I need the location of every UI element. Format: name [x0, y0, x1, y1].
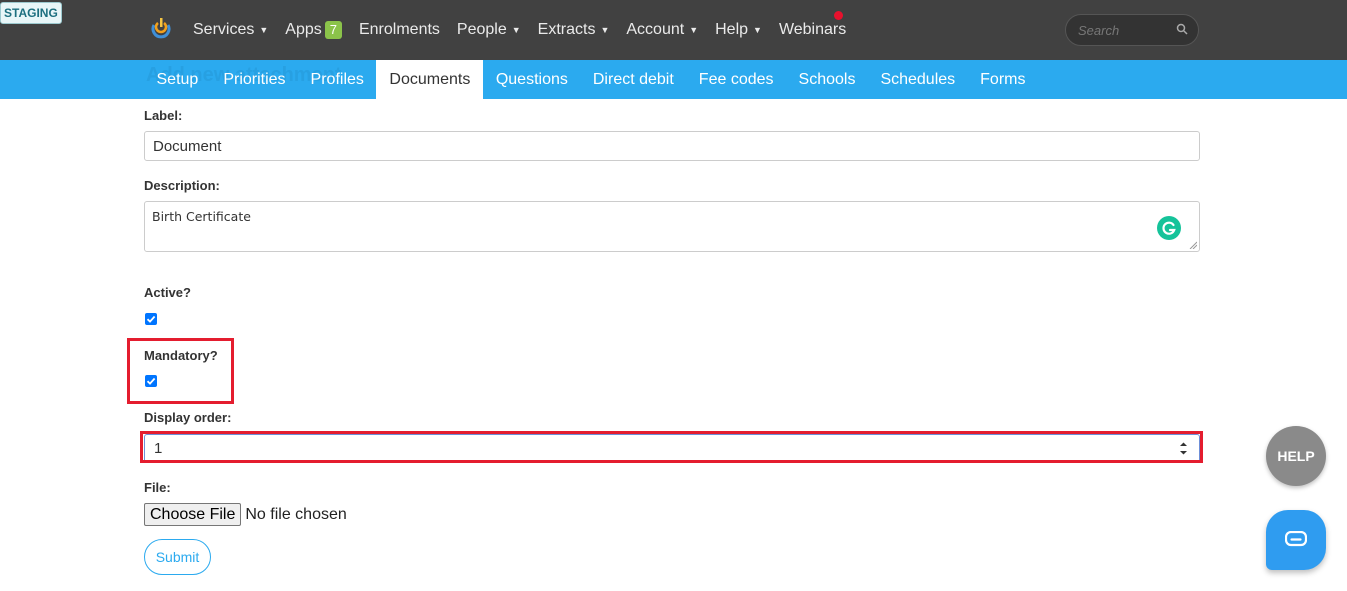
- description-textarea[interactable]: Birth Certificate: [145, 202, 1199, 251]
- tab-profiles[interactable]: Profiles: [298, 60, 376, 99]
- active-checkbox[interactable]: [145, 313, 157, 325]
- tab-documents[interactable]: Documents: [376, 60, 484, 99]
- apps-count-badge: 7: [324, 21, 342, 39]
- help-button[interactable]: HELP: [1266, 426, 1326, 486]
- topnav-item-services[interactable]: Services ▼: [193, 21, 268, 39]
- chat-icon: [1285, 531, 1307, 547]
- tab-priorities[interactable]: Priorities: [211, 60, 298, 99]
- topnav-item-help[interactable]: Help ▼: [715, 21, 762, 39]
- staging-badge: STAGING: [0, 2, 62, 24]
- webinars-notification-dot: [834, 11, 843, 20]
- search-icon[interactable]: [1176, 23, 1188, 35]
- tab-questions[interactable]: Questions: [483, 60, 580, 99]
- caret-down-icon: ▼: [689, 25, 699, 35]
- resize-handle-icon[interactable]: [1189, 241, 1197, 249]
- caret-down-icon: ▼: [753, 25, 762, 35]
- mandatory-checkbox[interactable]: [145, 375, 157, 387]
- search-input[interactable]: [1076, 22, 1175, 39]
- tab-direct-debit[interactable]: Direct debit: [580, 60, 686, 99]
- file-label: File:: [144, 480, 171, 495]
- grammarly-icon[interactable]: [1157, 216, 1181, 240]
- display-order-highlight-box: [140, 431, 1203, 463]
- mandatory-label: Mandatory?: [144, 348, 218, 363]
- topnav-item-label: Apps: [285, 21, 322, 38]
- active-label: Active?: [144, 285, 191, 300]
- display-order-label: Display order:: [144, 410, 232, 425]
- app-logo-icon[interactable]: [149, 17, 173, 41]
- topnav-item-label: People: [456, 21, 507, 38]
- topnav-item-label: Extracts: [537, 21, 596, 38]
- description-field-label: Description:: [144, 178, 220, 193]
- topnav-item-label: Help: [715, 21, 749, 38]
- topnav-item-enrolments[interactable]: Enrolments: [359, 21, 440, 39]
- description-field[interactable]: Birth Certificate: [144, 201, 1200, 252]
- topnav-item-label: Account: [626, 21, 685, 38]
- no-file-text: No file chosen: [245, 505, 347, 523]
- caret-down-icon: ▼: [511, 25, 521, 35]
- label-field[interactable]: [144, 131, 1200, 161]
- tab-schedules[interactable]: Schedules: [868, 60, 968, 99]
- submit-button[interactable]: Submit: [144, 539, 211, 575]
- tab-schools[interactable]: Schools: [786, 60, 868, 99]
- caret-down-icon: ▼: [259, 25, 269, 35]
- topnav-item-label: Services: [193, 21, 255, 38]
- top-nav: Services ▼ Apps 7 Enrolments People ▼ Extracts ▼…: [193, 0, 863, 60]
- label-field-label: Label:: [144, 108, 183, 123]
- tab-forms[interactable]: Forms: [968, 60, 1038, 99]
- settings-tabs: Setup Priorities Profiles Documents Question…: [144, 60, 1038, 99]
- topnav-item-people[interactable]: People ▼: [457, 21, 521, 39]
- search-box[interactable]: [1065, 14, 1199, 46]
- topnav-item-apps[interactable]: Apps 7: [285, 21, 342, 39]
- file-chooser: Choose File No file chosen: [144, 503, 347, 526]
- tab-setup[interactable]: Setup: [144, 60, 211, 99]
- topnav-item-webinars[interactable]: Webinars: [779, 21, 846, 39]
- chat-button[interactable]: [1266, 510, 1326, 570]
- choose-file-button[interactable]: Choose File: [144, 503, 242, 526]
- caret-down-icon: ▼: [600, 25, 610, 35]
- topnav-item-account[interactable]: Account ▼: [626, 21, 698, 39]
- topnav-item-extracts[interactable]: Extracts ▼: [538, 21, 610, 39]
- topnav-item-label: Webinars: [778, 21, 847, 38]
- topnav-item-label: Enrolments: [358, 21, 440, 38]
- label-input[interactable]: [145, 132, 1199, 160]
- tab-fee-codes[interactable]: Fee codes: [686, 60, 786, 99]
